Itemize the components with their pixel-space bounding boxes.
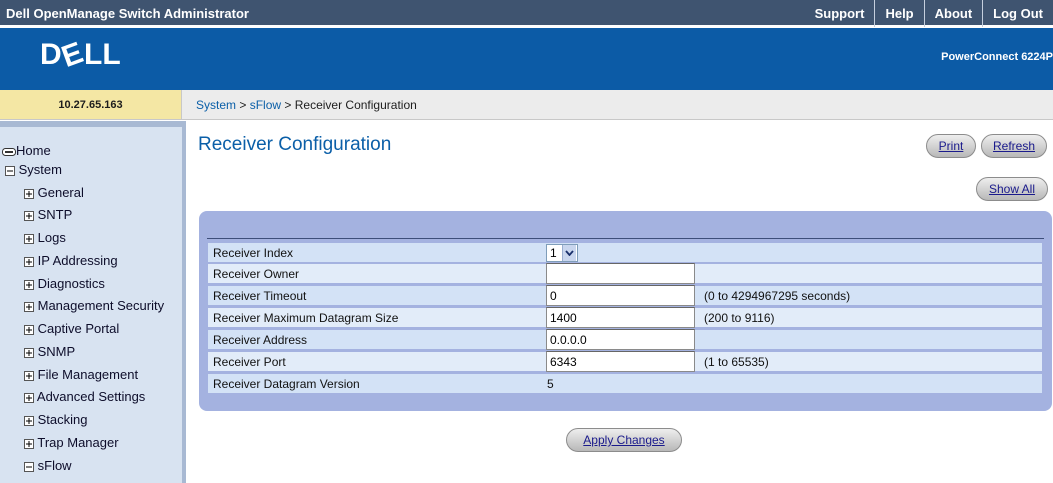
- minus-box-icon: [24, 461, 34, 472]
- sidebar-item-label: Trap Manager: [37, 435, 119, 450]
- top-links: Support Help About Log Out: [805, 0, 1053, 27]
- field-label: Receiver Timeout: [213, 289, 307, 303]
- receiver-port-input[interactable]: [546, 351, 695, 372]
- row-datagram-version: Receiver Datagram Version 5: [208, 374, 1042, 393]
- sidebar-item-sntp[interactable]: SNTP: [24, 205, 72, 225]
- brand-bar: D E LL PowerConnect 6224P: [0, 28, 1053, 90]
- receiver-timeout-input[interactable]: [546, 285, 695, 306]
- sidebar-item-stacking[interactable]: Stacking: [24, 410, 88, 430]
- sidebar-item-management-security[interactable]: Management Security: [24, 296, 164, 316]
- sidebar-nav: Home System General SNTP Logs IP Address…: [0, 121, 186, 483]
- print-button[interactable]: Print: [926, 134, 976, 158]
- breadcrumb: System > sFlow > Receiver Configuration: [182, 90, 1053, 120]
- minus-box-icon: [5, 165, 15, 176]
- sidebar-item-label: Advanced Settings: [36, 389, 146, 404]
- sidebar-item-label: Management Security: [37, 298, 165, 313]
- sidebar-item-advanced-settings[interactable]: Advanced Settings: [24, 387, 145, 407]
- receiver-config-panel: Receiver Index 1 Receiver Owner Receiver…: [199, 211, 1052, 411]
- plus-box-icon: [24, 392, 34, 403]
- sidebar-item-label: File Management: [37, 367, 139, 382]
- svg-text:E: E: [57, 38, 87, 70]
- ip-address-cell: 10.27.65.163: [0, 90, 182, 120]
- plus-box-icon: [24, 188, 34, 199]
- app-title: Dell OpenManage Switch Administrator: [6, 6, 249, 21]
- sidebar-item-label: SNTP: [37, 207, 73, 222]
- model-name: PowerConnect 6224P: [941, 51, 1053, 63]
- breadcrumb-current: Receiver Configuration: [294, 98, 417, 112]
- plus-box-icon: [24, 415, 34, 426]
- field-label: Receiver Maximum Datagram Size: [213, 311, 399, 325]
- row-receiver-port: Receiver Port (1 to 65535): [208, 351, 1042, 372]
- plus-box-icon: [24, 301, 34, 312]
- breadcrumb-separator: >: [281, 98, 295, 112]
- row-receiver-index: Receiver Index 1: [208, 243, 1042, 262]
- help-link[interactable]: Help: [874, 0, 923, 27]
- row-receiver-address: Receiver Address: [208, 329, 1042, 350]
- sidebar-item-label: sFlow: [37, 458, 72, 473]
- sidebar-item-label: Captive Portal: [37, 321, 120, 336]
- sidebar-item-trap-manager[interactable]: Trap Manager: [24, 433, 119, 453]
- sidebar-item-snmp[interactable]: SNMP: [24, 342, 75, 362]
- dell-logo: D E LL: [38, 36, 130, 74]
- sidebar-item-label: Home: [16, 143, 51, 158]
- plus-box-icon: [24, 324, 34, 335]
- sidebar-item-general[interactable]: General: [24, 183, 84, 203]
- refresh-button[interactable]: Refresh: [981, 134, 1047, 158]
- field-hint: (1 to 65535): [704, 355, 769, 369]
- sidebar-item-diagnostics[interactable]: Diagnostics: [24, 274, 105, 294]
- plus-box-icon: [24, 210, 34, 221]
- page-title: Receiver Configuration: [198, 134, 392, 155]
- chevron-down-icon[interactable]: [562, 245, 576, 261]
- receiver-index-select[interactable]: 1: [546, 244, 578, 262]
- plus-box-icon: [24, 347, 34, 358]
- support-link[interactable]: Support: [805, 0, 875, 27]
- row-receiver-timeout: Receiver Timeout (0 to 4294967295 second…: [208, 285, 1042, 306]
- select-value: 1: [550, 246, 557, 260]
- field-label: Receiver Port: [213, 355, 286, 369]
- plus-box-icon: [24, 370, 34, 381]
- about-link[interactable]: About: [923, 0, 983, 27]
- breadcrumb-sflow[interactable]: sFlow: [250, 98, 281, 112]
- field-hint: (0 to 4294967295 seconds): [704, 289, 851, 303]
- sidebar-item-label: General: [37, 185, 84, 200]
- sidebar-item-label: IP Addressing: [37, 253, 118, 268]
- breadcrumb-separator: >: [236, 98, 250, 112]
- field-label: Receiver Owner: [213, 267, 300, 281]
- receiver-address-input[interactable]: [546, 329, 695, 350]
- plus-box-icon: [24, 279, 34, 290]
- plus-box-icon: [24, 233, 34, 244]
- sidebar-item-label: Stacking: [37, 412, 88, 427]
- sidebar-item-label: Logs: [37, 230, 66, 245]
- row-max-datagram-size: Receiver Maximum Datagram Size (200 to 9…: [208, 307, 1042, 328]
- plus-box-icon: [24, 256, 34, 267]
- sidebar-item-system[interactable]: System: [5, 160, 62, 180]
- apply-changes-button[interactable]: Apply Changes: [566, 428, 682, 452]
- field-label: Receiver Address: [213, 333, 308, 347]
- show-all-button[interactable]: Show All: [976, 177, 1048, 201]
- sidebar-item-label: Diagnostics: [37, 276, 105, 291]
- sidebar-item-label: System: [18, 162, 62, 177]
- field-label: Receiver Datagram Version: [213, 377, 360, 391]
- top-bar: Dell OpenManage Switch Administrator Sup…: [0, 0, 1053, 27]
- field-label: Receiver Index: [213, 246, 294, 260]
- datagram-version-value: 5: [547, 377, 554, 391]
- row-receiver-owner: Receiver Owner: [208, 263, 1042, 284]
- sidebar-item-home[interactable]: Home: [2, 141, 51, 161]
- sidebar-item-captive-portal[interactable]: Captive Portal: [24, 319, 119, 339]
- sidebar-item-file-management[interactable]: File Management: [24, 365, 138, 385]
- panel-divider: [207, 238, 1044, 239]
- sidebar-item-label: SNMP: [37, 344, 76, 359]
- logout-link[interactable]: Log Out: [982, 0, 1053, 27]
- receiver-owner-input[interactable]: [546, 263, 695, 284]
- breadcrumb-system[interactable]: System: [196, 98, 236, 112]
- field-hint: (200 to 9116): [704, 311, 775, 325]
- max-datagram-size-input[interactable]: [546, 307, 695, 328]
- sidebar-item-ip-addressing[interactable]: IP Addressing: [24, 251, 118, 271]
- sidebar-item-logs[interactable]: Logs: [24, 228, 66, 248]
- sidebar-item-sflow[interactable]: sFlow: [24, 456, 72, 476]
- home-icon: [2, 147, 16, 157]
- plus-box-icon: [24, 438, 34, 449]
- sidebar-strip: [0, 121, 182, 127]
- svg-text:LL: LL: [84, 38, 121, 70]
